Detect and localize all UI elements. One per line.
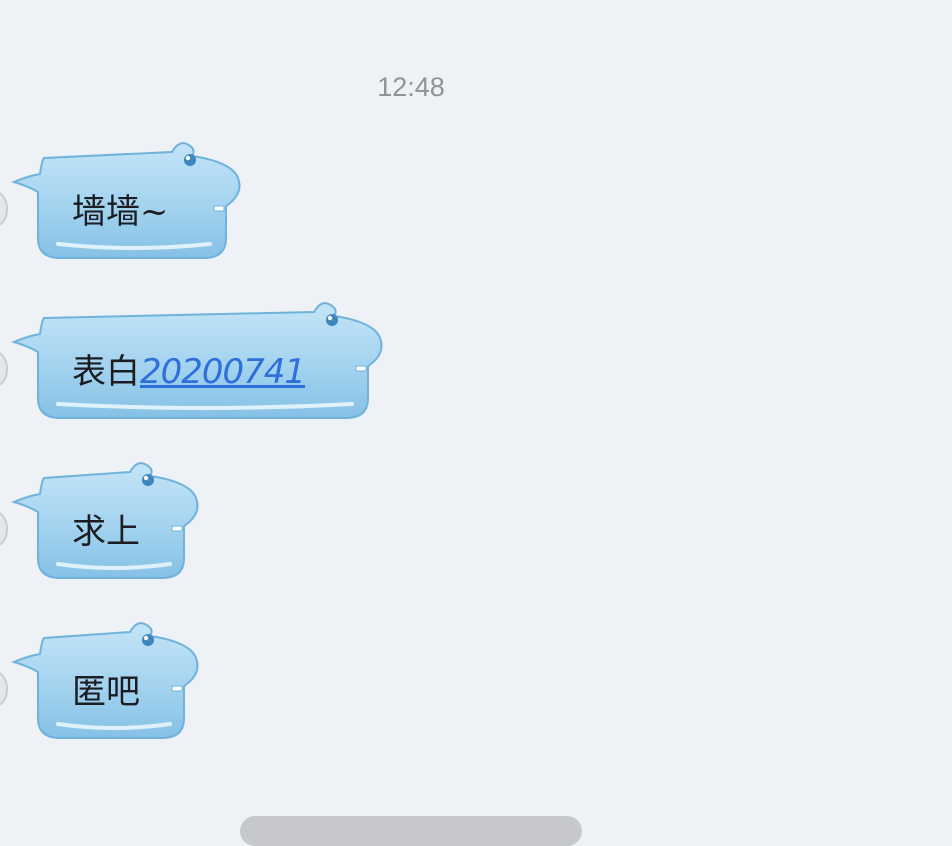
message-text-label: 墙墙~ bbox=[72, 192, 169, 232]
message-text-label: 表白 bbox=[72, 352, 140, 392]
avatar[interactable] bbox=[0, 672, 8, 706]
message-link[interactable]: 20200741 bbox=[140, 352, 306, 392]
avatar[interactable] bbox=[0, 512, 8, 546]
avatar[interactable] bbox=[0, 352, 8, 386]
avatar[interactable] bbox=[0, 192, 8, 226]
message-bubble[interactable]: 匿吧 bbox=[11, 620, 202, 744]
message-bubble[interactable]: 求上 bbox=[11, 460, 202, 584]
message-timestamp: 12:48 bbox=[377, 72, 445, 102]
message-text-label: 匿吧 bbox=[72, 672, 140, 712]
message-text: 匿吧 bbox=[72, 664, 140, 713]
message-text: 表白20200741 bbox=[72, 344, 306, 393]
input-bar-edge[interactable] bbox=[240, 816, 582, 846]
message-text: 求上 bbox=[72, 504, 140, 553]
message-bubble[interactable]: 墙墙~ bbox=[11, 140, 244, 264]
message-text-label: 求上 bbox=[72, 512, 140, 552]
message-bubble[interactable]: 表白20200741 bbox=[11, 300, 386, 424]
message-text: 墙墙~ bbox=[72, 184, 169, 233]
